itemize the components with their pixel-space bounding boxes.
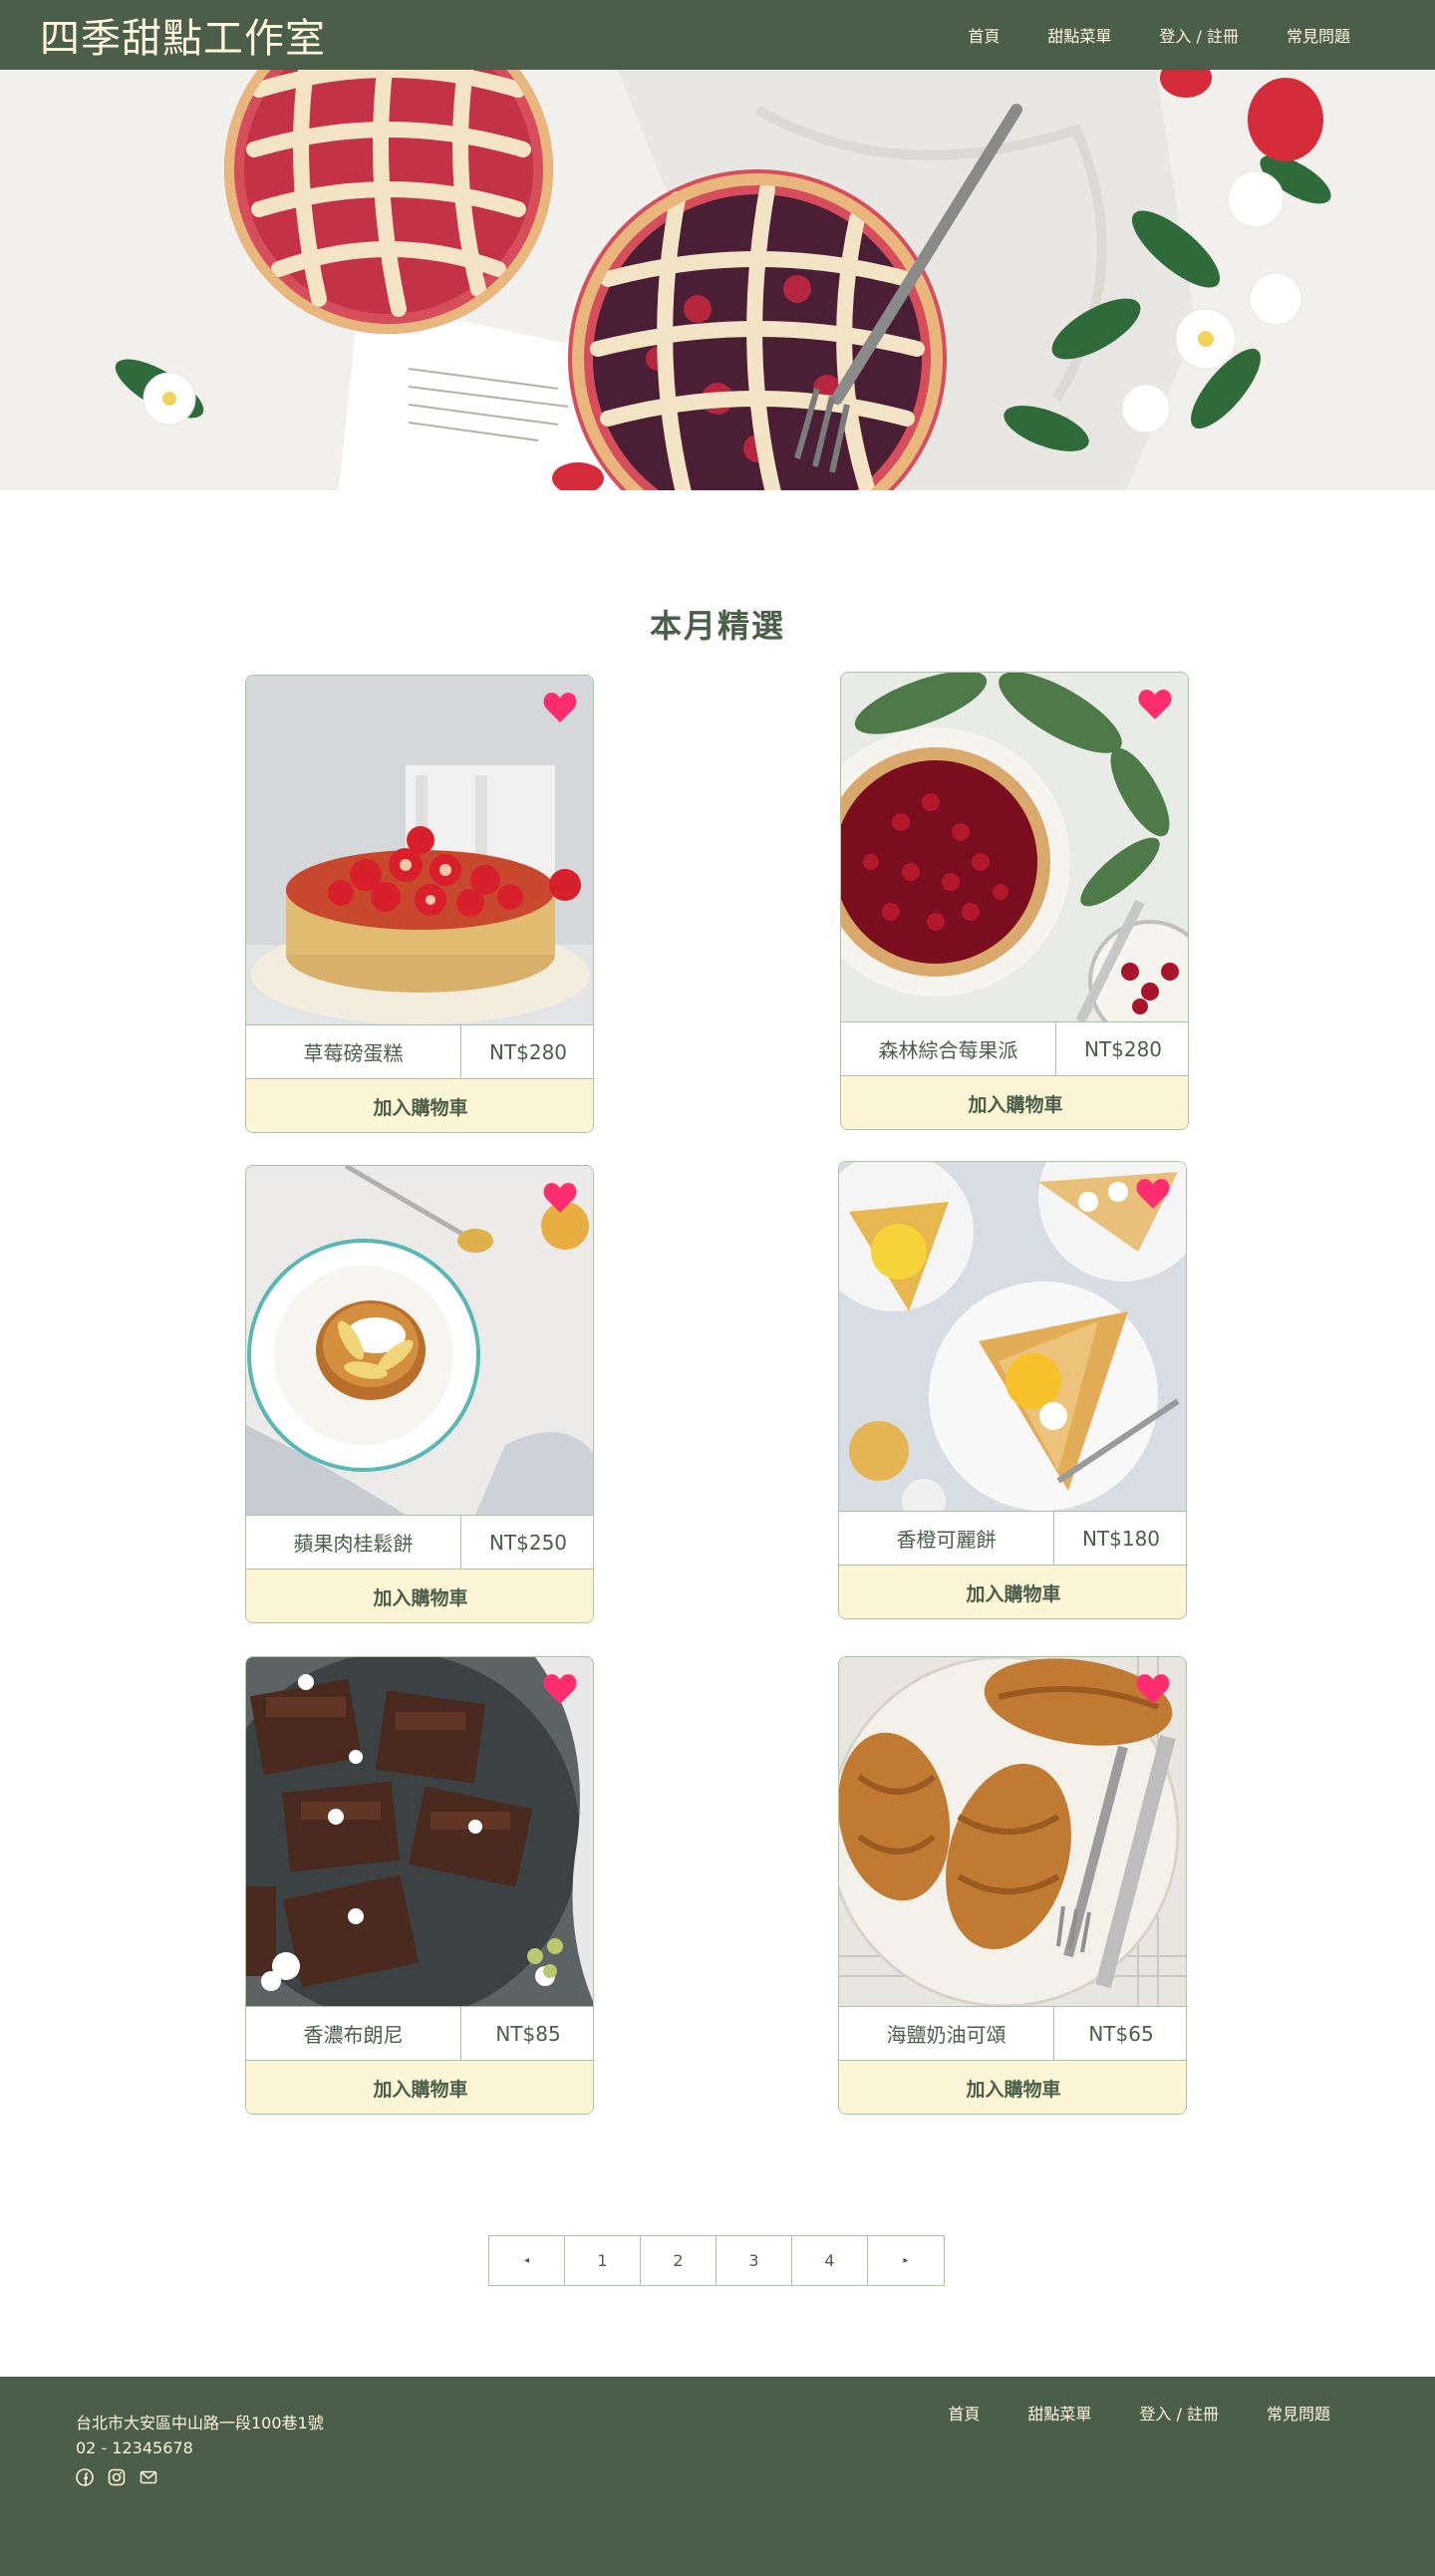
product-price: NT$280 [488,1039,568,1064]
product-image[interactable] [246,1166,593,1515]
footer-nav-faq[interactable]: 常見問題 [1267,2401,1330,2425]
product-image[interactable] [246,676,593,1024]
add-to-cart-button[interactable]: 加入購物車 [839,2061,1186,2114]
favorite-heart-icon[interactable] [1136,1178,1170,1210]
product-card: 森林綜合莓果派 NT$280 加入購物車 [840,672,1189,1130]
pagination: ◂ 1 2 3 4 ▸ [488,2235,945,2286]
favorite-heart-icon[interactable] [543,1182,577,1214]
footer-nav-login[interactable]: 登入 / 註冊 [1139,2401,1219,2425]
hero-banner-image [0,70,1435,490]
site-header: 四季甜點工作室 首頁 甜點菜單 登入 / 註冊 常見問題 [0,0,1435,70]
footer-contact: 台北市大安區中山路一段100巷1號 02 - 12345678 [76,2411,324,2460]
nav-home[interactable]: 首頁 [968,23,1000,47]
main-nav: 首頁 甜點菜單 登入 / 註冊 常見問題 [968,23,1350,47]
add-to-cart-button[interactable]: 加入購物車 [841,1076,1188,1129]
pagination-page-4[interactable]: 4 [792,2236,868,2285]
product-price: NT$85 [495,2021,561,2046]
add-to-cart-button[interactable]: 加入購物車 [246,1079,593,1132]
footer-nav: 首頁 甜點菜單 登入 / 註冊 常見問題 [948,2401,1330,2425]
favorite-heart-icon[interactable] [1138,689,1172,720]
product-info-row: 蘋果肉桂鬆餅 NT$250 [246,1515,593,1570]
favorite-heart-icon[interactable] [543,692,577,723]
footer-nav-home[interactable]: 首頁 [948,2401,980,2425]
product-card: 草莓磅蛋糕 NT$280 加入購物車 [245,675,594,1133]
product-info-row: 香濃布朗尼 NT$85 [246,2006,593,2061]
product-name: 森林綜合莓果派 [841,1022,1056,1075]
product-image[interactable] [839,1162,1186,1511]
pagination-page-3[interactable]: 3 [717,2236,792,2285]
favorite-heart-icon[interactable] [1136,1673,1170,1705]
add-to-cart-button[interactable]: 加入購物車 [246,1570,593,1622]
product-name: 草莓磅蛋糕 [246,1025,461,1078]
product-image[interactable] [839,1657,1186,2006]
mail-icon[interactable] [140,2468,157,2486]
add-to-cart-button[interactable]: 加入購物車 [246,2061,593,2114]
product-name: 香橙可麗餅 [839,1512,1054,1565]
product-image[interactable] [246,1657,593,2006]
pagination-next-button[interactable]: ▸ [868,2236,944,2285]
product-info-row: 森林綜合莓果派 NT$280 [841,1021,1188,1076]
pagination-prev-button[interactable]: ◂ [489,2236,565,2285]
add-to-cart-button[interactable]: 加入購物車 [839,1566,1186,1618]
product-card: 海鹽奶油可頌 NT$65 加入購物車 [838,1656,1187,2115]
product-info-row: 草莓磅蛋糕 NT$280 [246,1024,593,1079]
facebook-icon[interactable] [76,2468,94,2486]
product-name: 海鹽奶油可頌 [839,2007,1054,2060]
product-info-row: 香橙可麗餅 NT$180 [839,1511,1186,1566]
product-info-row: 海鹽奶油可頌 NT$65 [839,2006,1186,2061]
product-price: NT$180 [1081,1526,1161,1551]
footer-address: 台北市大安區中山路一段100巷1號 [76,2414,324,2433]
product-image[interactable] [841,673,1188,1021]
footer-social-icons [76,2468,157,2486]
site-footer: 台北市大安區中山路一段100巷1號 02 - 12345678 首頁 甜點菜單 [0,2377,1435,2576]
section-title: 本月精選 [649,607,785,645]
product-name: 蘋果肉桂鬆餅 [246,1516,461,1569]
nav-faq[interactable]: 常見問題 [1287,23,1350,47]
product-card: 蘋果肉桂鬆餅 NT$250 加入購物車 [245,1165,594,1623]
brand-logo[interactable]: 四季甜點工作室 [40,6,326,64]
footer-nav-menu[interactable]: 甜點菜單 [1027,2401,1091,2425]
product-name: 香濃布朗尼 [246,2007,461,2060]
product-price: NT$280 [1083,1036,1163,1061]
product-price: NT$250 [488,1530,568,1555]
favorite-heart-icon[interactable] [543,1673,577,1705]
instagram-icon[interactable] [108,2468,126,2486]
nav-menu[interactable]: 甜點菜單 [1047,23,1111,47]
nav-login[interactable]: 登入 / 註冊 [1159,23,1239,47]
product-price: NT$65 [1088,2021,1154,2046]
product-card: 香橙可麗餅 NT$180 加入購物車 [838,1161,1187,1619]
footer-phone: 02 - 12345678 [76,2438,193,2457]
product-card: 香濃布朗尼 NT$85 加入購物車 [245,1656,594,2115]
pagination-page-1[interactable]: 1 [565,2236,641,2285]
pagination-page-2[interactable]: 2 [641,2236,717,2285]
